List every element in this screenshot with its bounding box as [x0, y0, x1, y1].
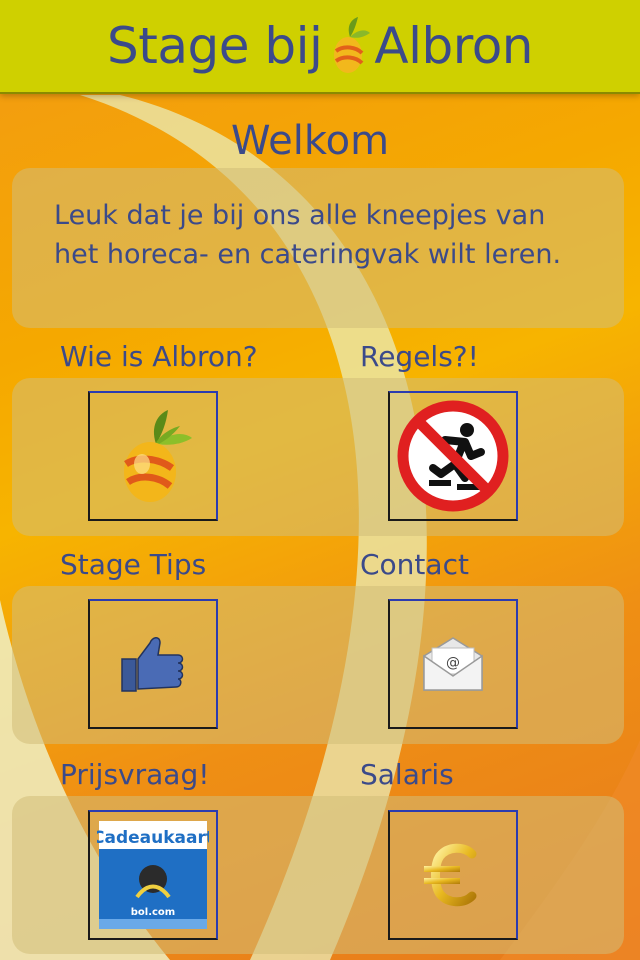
svg-text:@: @: [446, 655, 460, 671]
app-title: Stage bij Albron: [107, 15, 533, 77]
menu-label-prijsvraag: Prijsvraag!: [60, 758, 210, 791]
prijsvraag-button[interactable]: Cadeaukaart bol.com: [88, 810, 218, 940]
regels-button[interactable]: [388, 391, 518, 521]
no-skating-icon: [397, 400, 509, 512]
menu-label-salaris: Salaris: [360, 758, 454, 791]
email-envelope-icon: @: [423, 637, 483, 691]
thumbs-up-icon: [121, 637, 184, 692]
app-title-left: Stage bij: [107, 17, 323, 75]
welcome-heading: Welkom: [230, 118, 390, 164]
menu-label-wie-is-albron: Wie is Albron?: [60, 340, 258, 373]
salaris-button[interactable]: [388, 810, 518, 940]
giftcard-title: Cadeaukaart: [97, 828, 209, 848]
contact-button[interactable]: @: [388, 599, 518, 729]
menu-label-stage-tips: Stage Tips: [60, 548, 207, 581]
intro-text: Leuk dat je bij ons alle kneepjes van he…: [54, 200, 562, 270]
menu-label-contact: Contact: [360, 548, 469, 581]
gift-card-icon: Cadeaukaart bol.com: [97, 821, 209, 929]
app-title-right: Albron: [374, 17, 533, 75]
pineapple-logo-icon: [124, 410, 192, 502]
wie-is-albron-button[interactable]: [88, 391, 218, 521]
stage-tips-button[interactable]: [88, 599, 218, 729]
giftcard-brand: bol.com: [131, 907, 175, 918]
euro-icon: [424, 843, 477, 907]
app-header: Stage bij Albron: [0, 0, 640, 94]
albron-logo-icon: [334, 17, 371, 73]
menu-label-regels: Regels?!: [360, 340, 479, 373]
